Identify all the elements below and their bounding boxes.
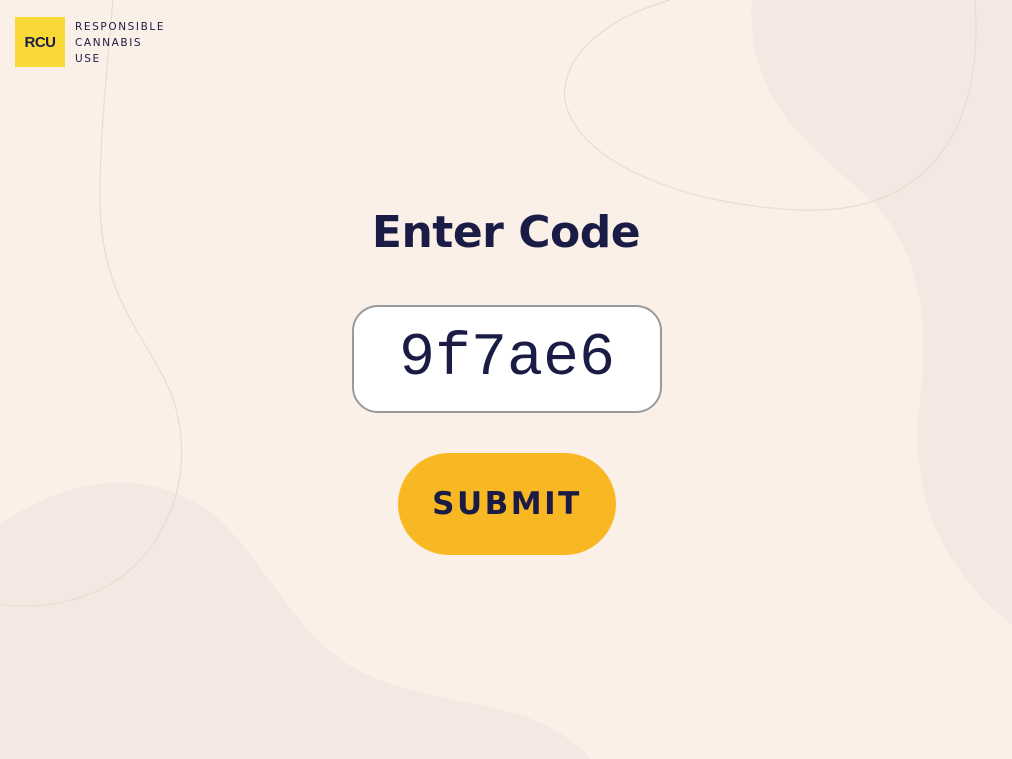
- submit-button[interactable]: SUBMIT: [398, 453, 616, 555]
- background-blob-right: [751, 0, 1012, 625]
- brand-logo[interactable]: RCU RESPONSIBLE CANNABIS USE: [15, 17, 165, 67]
- logo-mark: RCU: [15, 17, 65, 67]
- logo-line-cannabis: CANNABIS: [75, 37, 143, 49]
- code-input[interactable]: [352, 305, 662, 413]
- logo-line-use: USE: [75, 53, 101, 65]
- page-title: Enter Code: [371, 207, 641, 258]
- logo-wordmark: RESPONSIBLE CANNABIS USE: [75, 19, 165, 67]
- logo-line-responsible: RESPONSIBLE: [75, 21, 166, 33]
